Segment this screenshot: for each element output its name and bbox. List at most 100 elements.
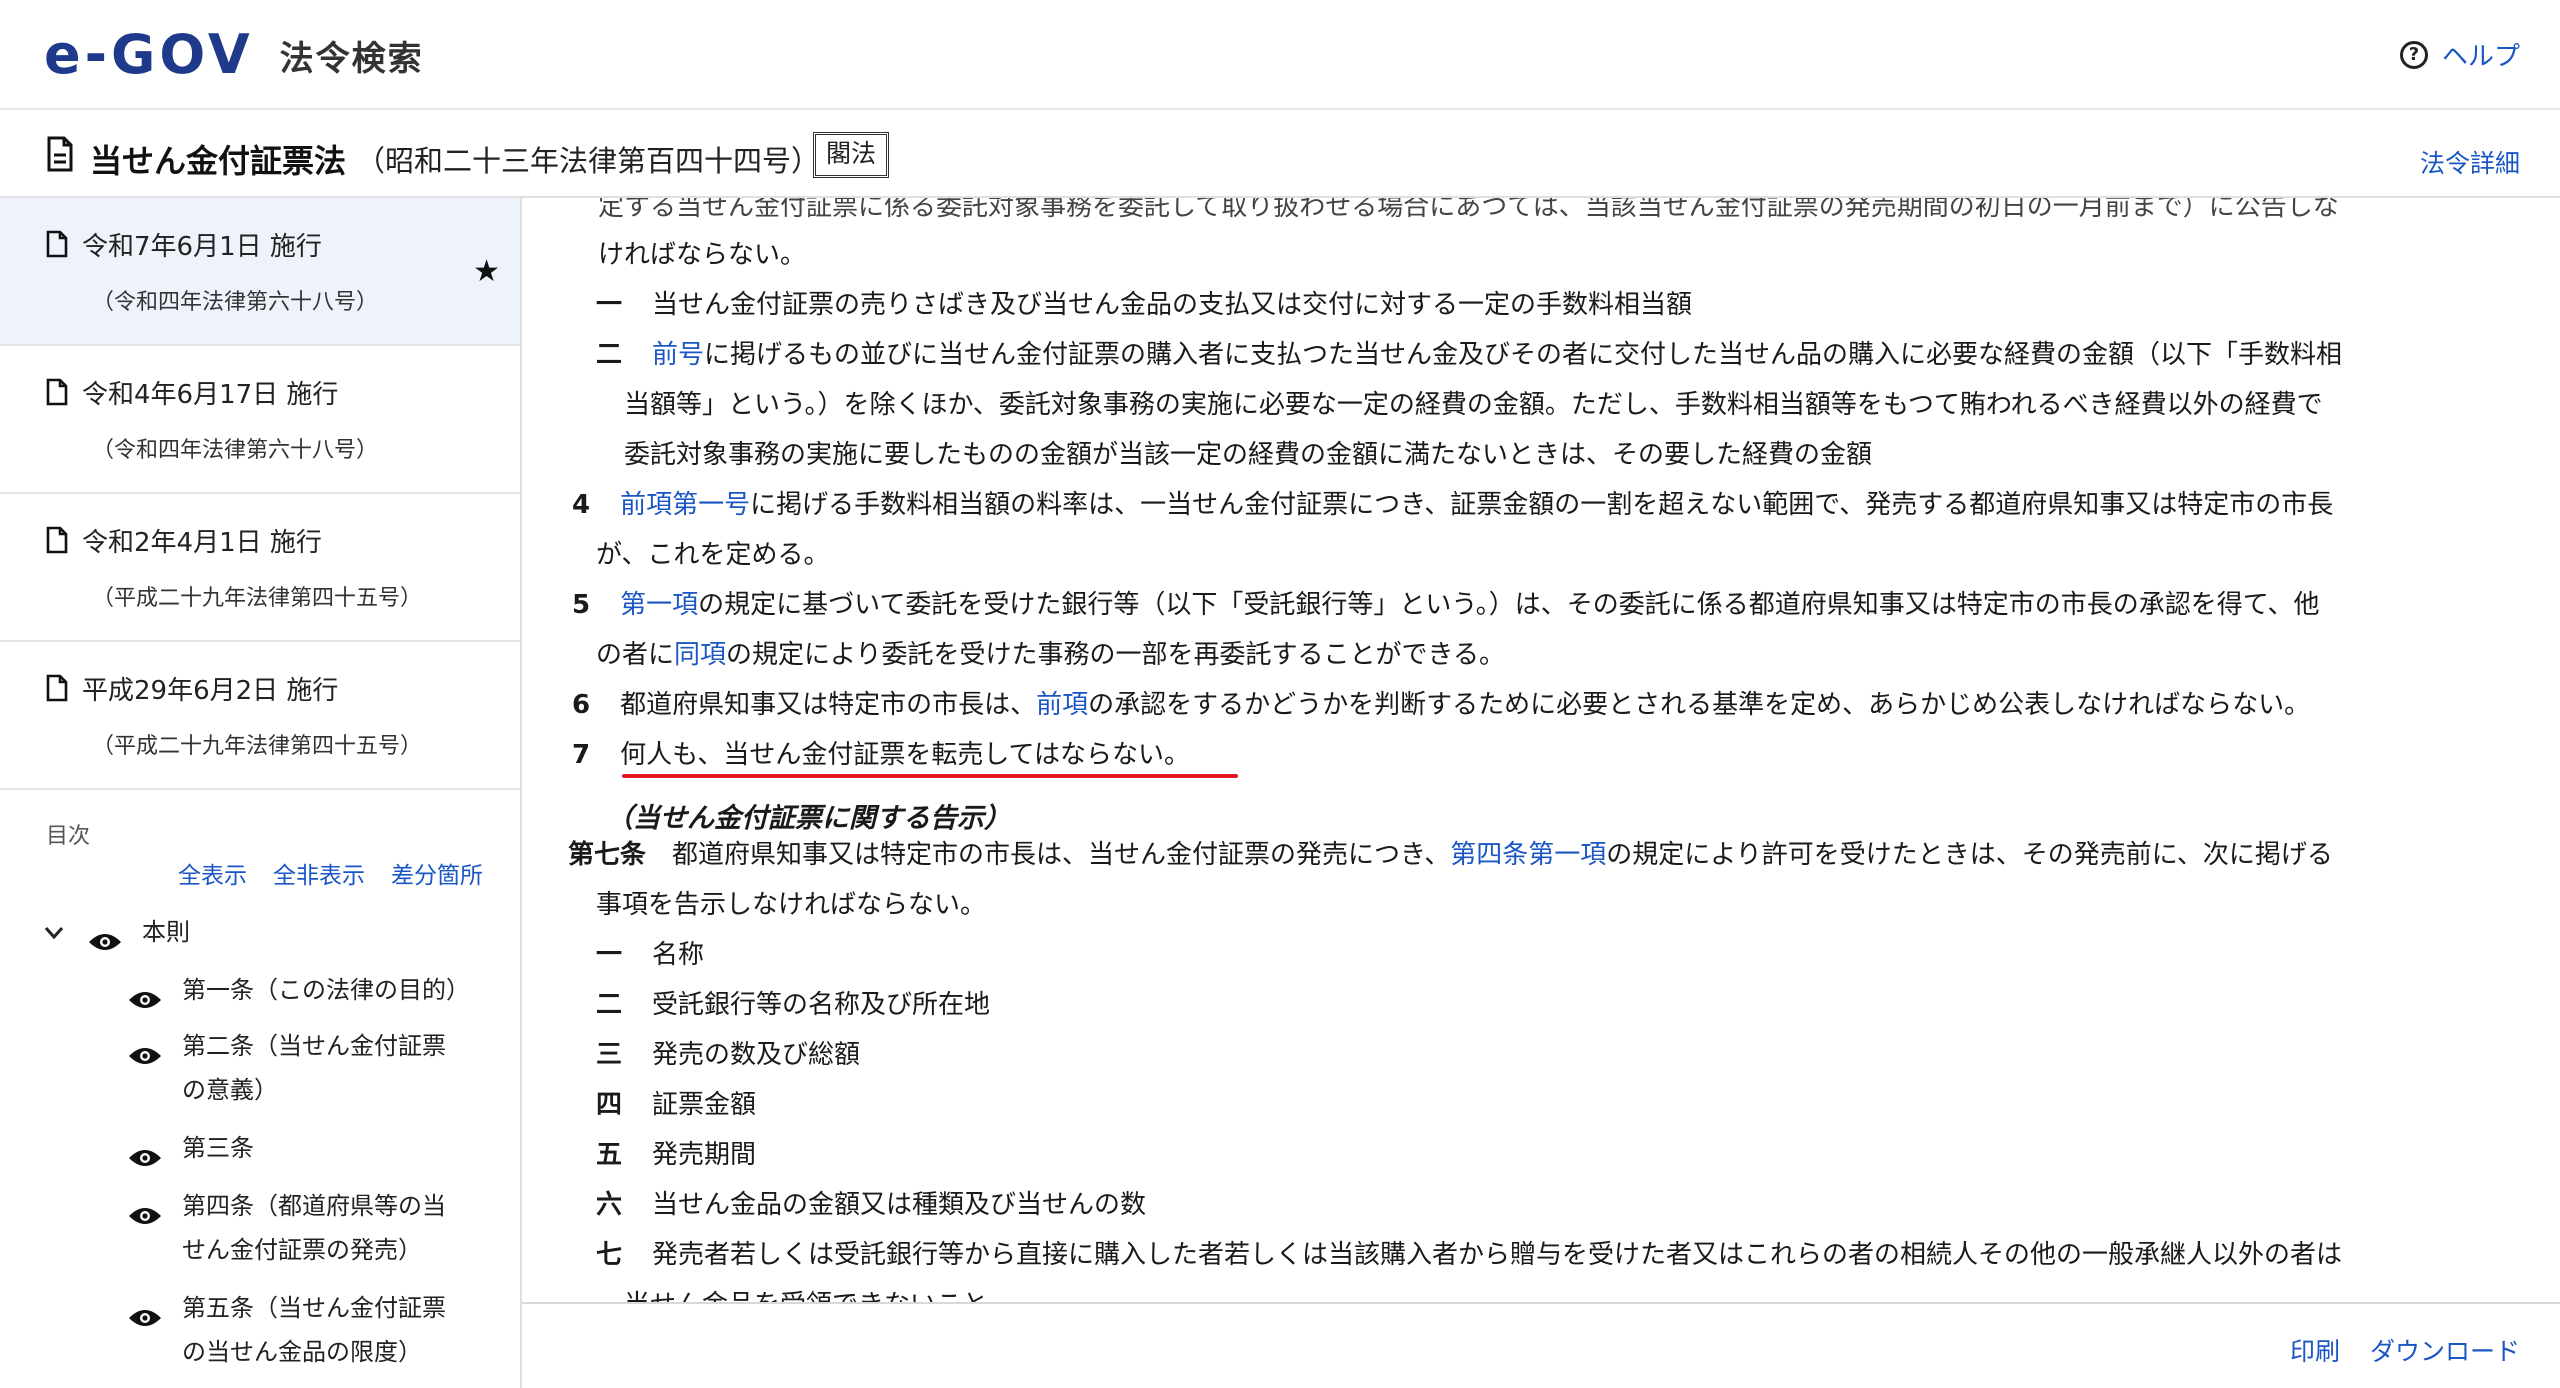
toc-item[interactable]: 第一条（この法律の目的） [128, 968, 470, 1012]
toc-label: 目次 [46, 824, 91, 849]
item-number: 二 [596, 340, 623, 370]
file-icon [46, 526, 68, 558]
toc-item-label-line: の当せん金品の限度） [182, 1338, 422, 1366]
toc-root[interactable]: 本則 [44, 910, 190, 954]
ref-link-para-1[interactable]: 第一項 [620, 590, 698, 620]
item-text: 発売者若しくは受託銀行等から直接に購入した者若しくは当該購入者から贈与を受けた者… [652, 1240, 2343, 1270]
version-item[interactable]: 令和7年6月1日 施行 （令和四年法律第六十八号） ★ [0, 198, 520, 346]
version-law: （平成二十九年法律第四十五号） [92, 586, 423, 611]
eye-icon[interactable] [88, 922, 122, 950]
item-text: 発売期間 [652, 1140, 757, 1170]
content-line: ければならない。 [598, 240, 807, 270]
diff-link[interactable]: 差分箇所 [391, 856, 483, 890]
chevron-down-icon[interactable] [44, 910, 70, 954]
paragraph-number: 7 [572, 740, 591, 770]
content-line: の者に同項の規定により委託を受けた事務の一部を再委託することができる。 [596, 634, 1505, 671]
toc-item-label-line: の意義） [182, 1076, 278, 1104]
help-label: ヘルプ [2441, 42, 2520, 72]
version-law: （平成二十九年法律第四十五号） [92, 734, 423, 759]
list-item: 四証票金額 [596, 1084, 756, 1121]
toc-item[interactable]: 第四条（都道府県等の当 せん金付証票の発売） [128, 1184, 446, 1272]
version-item[interactable]: 平成29年6月2日 施行 （平成二十九年法律第四十五号） [0, 642, 520, 790]
ref-link-prev-para-item1[interactable]: 前項第一号 [620, 490, 750, 520]
item-number: 四 [596, 1090, 623, 1120]
eye-icon[interactable] [128, 980, 162, 1008]
hide-all-link[interactable]: 全非表示 [273, 856, 365, 890]
eye-icon[interactable] [128, 1138, 162, 1166]
item-number: 五 [596, 1140, 623, 1170]
paragraph-number: 6 [572, 690, 591, 720]
item-number: 三 [596, 1040, 623, 1070]
toc-item-label-line: せん金付証票の発売） [182, 1236, 422, 1264]
toc-item-label: 第三条 [182, 1134, 254, 1162]
item-text: 受託銀行等の名称及び所在地 [652, 990, 991, 1020]
version-law: （令和四年法律第六十八号） [92, 438, 379, 463]
paragraph-number: 4 [572, 490, 591, 520]
item-text: 当せん金品の金額又は種類及び当せんの数 [652, 1190, 1147, 1220]
eye-icon[interactable] [128, 1196, 162, 1224]
paragraph-text: の規定に基づいて委託を受けた銀行等（以下「受託銀行等」という。）は、その委託に係… [698, 590, 2320, 620]
egov-logo[interactable]: e-GOV 法令検索 [44, 28, 424, 82]
eye-icon[interactable] [128, 1298, 162, 1326]
item-number: 一 [596, 940, 623, 970]
version-date: 令和7年6月1日 施行 [82, 232, 322, 262]
ref-link-art4-para1[interactable]: 第四条第一項 [1450, 840, 1606, 870]
content-line: 委託対象事務の実施に要したものの金額が当該一定の経費の金額に満たないときは、その… [624, 440, 1873, 470]
toc-links: 全表示 全非表示 差分箇所 [178, 856, 483, 890]
logo-mark: e-GOV [44, 23, 254, 86]
paragraph-text: の承認をするかどうかを判断するために必要とされる基準を定め、あらかじめ公表しなけ… [1088, 690, 2311, 720]
law-detail-link[interactable]: 法令詳細 [2420, 144, 2520, 180]
content-line: が、これを定める。 [596, 540, 830, 570]
toc-item-label-line: 第二条（当せん金付証票 [182, 1032, 446, 1060]
paragraph-text: に掲げる手数料相当額の料率は、一当せん金付証票につき、証票金額の一割を超えない範… [750, 490, 2334, 520]
eye-icon[interactable] [128, 1036, 162, 1064]
law-number: （昭和二十三年法律第百四十四号） [356, 144, 821, 178]
toc-item-label: 第一条（この法律の目的） [182, 976, 470, 1004]
site-title: 法令検索 [279, 38, 424, 79]
ref-link-prev-para[interactable]: 前項 [1036, 690, 1088, 720]
star-icon[interactable]: ★ [473, 254, 500, 289]
toc-item[interactable]: 第二条（当せん金付証票 の意義） [128, 1024, 446, 1112]
paragraph-text: 都道府県知事又は特定市の市長は、 [620, 690, 1037, 720]
item-number: 二 [596, 990, 623, 1020]
version-law: （令和四年法律第六十八号） [92, 290, 379, 315]
list-item: 三発売の数及び総額 [596, 1034, 860, 1071]
version-item[interactable]: 令和2年4月1日 施行 （平成二十九年法律第四十五号） [0, 494, 520, 642]
toc-item[interactable]: 第五条（当せん金付証票 の当せん金品の限度） [128, 1286, 446, 1374]
print-link[interactable]: 印刷 [2290, 1332, 2340, 1368]
paragraph-5: 5 第一項の規定に基づいて委託を受けた銀行等（以下「受託銀行等」という。）は、その… [572, 584, 2319, 621]
red-underline-annotation [622, 774, 1238, 778]
content-line: 当せん金品を受領できないこと [624, 1284, 988, 1302]
version-item[interactable]: 令和4年6月17日 施行 （令和四年法律第六十八号） [0, 346, 520, 494]
paragraph-number: 5 [572, 590, 591, 620]
item-text: 発売の数及び総額 [652, 1040, 861, 1070]
footer-toolbar: 印刷 ダウンロード [522, 1302, 2560, 1388]
paragraph-4: 4 前項第一号に掲げる手数料相当額の料率は、一当せん金付証票につき、証票金額の一割… [572, 484, 2333, 521]
version-date: 令和4年6月17日 施行 [82, 380, 339, 410]
ref-link-prev-item[interactable]: 前号 [652, 340, 704, 370]
paragraph-text: の者に [596, 640, 675, 670]
list-item: 五発売期間 [596, 1134, 756, 1171]
law-type-badge: 閣法 [813, 132, 890, 178]
toc-item-label: 第五条（当せん金付証票 の当せん金品の限度） [182, 1286, 446, 1374]
ref-link-same-para[interactable]: 同項 [674, 640, 726, 670]
version-date: 平成29年6月2日 施行 [82, 676, 339, 706]
content-line: 当額等」という。）を除くほか、委託対象事務の実施に必要な一定の経費の金額。ただし… [624, 390, 2323, 420]
file-icon [46, 378, 68, 410]
paragraph-text: 何人も、当せん金付証票を転売してはならない。 [620, 740, 1191, 770]
item-text: に掲げるもの並びに当せん金付証票の購入者に支払つた当せん金及びその者に交付した当… [704, 340, 2343, 370]
article-7: 第七条 都道府県知事又は特定市の市長は、当せん金付証票の発売につき、第四条第一項の… [568, 834, 2333, 871]
paragraph-6: 6 都道府県知事又は特定市の市長は、前項の承認をするかどうかを判断するために必要と… [572, 684, 2310, 721]
toc-item-label: 第四条（都道府県等の当 せん金付証票の発売） [182, 1184, 446, 1272]
law-title: 当せん金付証票法 [90, 142, 347, 180]
article-caption: （当せん金付証票に関する告示） [606, 803, 1011, 834]
help-link[interactable]: ? ヘルプ [2399, 36, 2520, 73]
content-line: 事項を告示しなければならない。 [596, 890, 987, 920]
item-number: 七 [596, 1240, 623, 1270]
toc-item-label-line: 第五条（当せん金付証票 [182, 1294, 446, 1322]
toc-item[interactable]: 第三条 [128, 1126, 254, 1170]
download-link[interactable]: ダウンロード [2370, 1332, 2520, 1368]
sidebar: 令和7年6月1日 施行 （令和四年法律第六十八号） ★ 令和4年6月17日 施行… [0, 198, 522, 1388]
article-text: の規定により許可を受けたときは、その発売前に、次に掲げる [1606, 840, 2333, 870]
show-all-link[interactable]: 全表示 [178, 856, 247, 890]
